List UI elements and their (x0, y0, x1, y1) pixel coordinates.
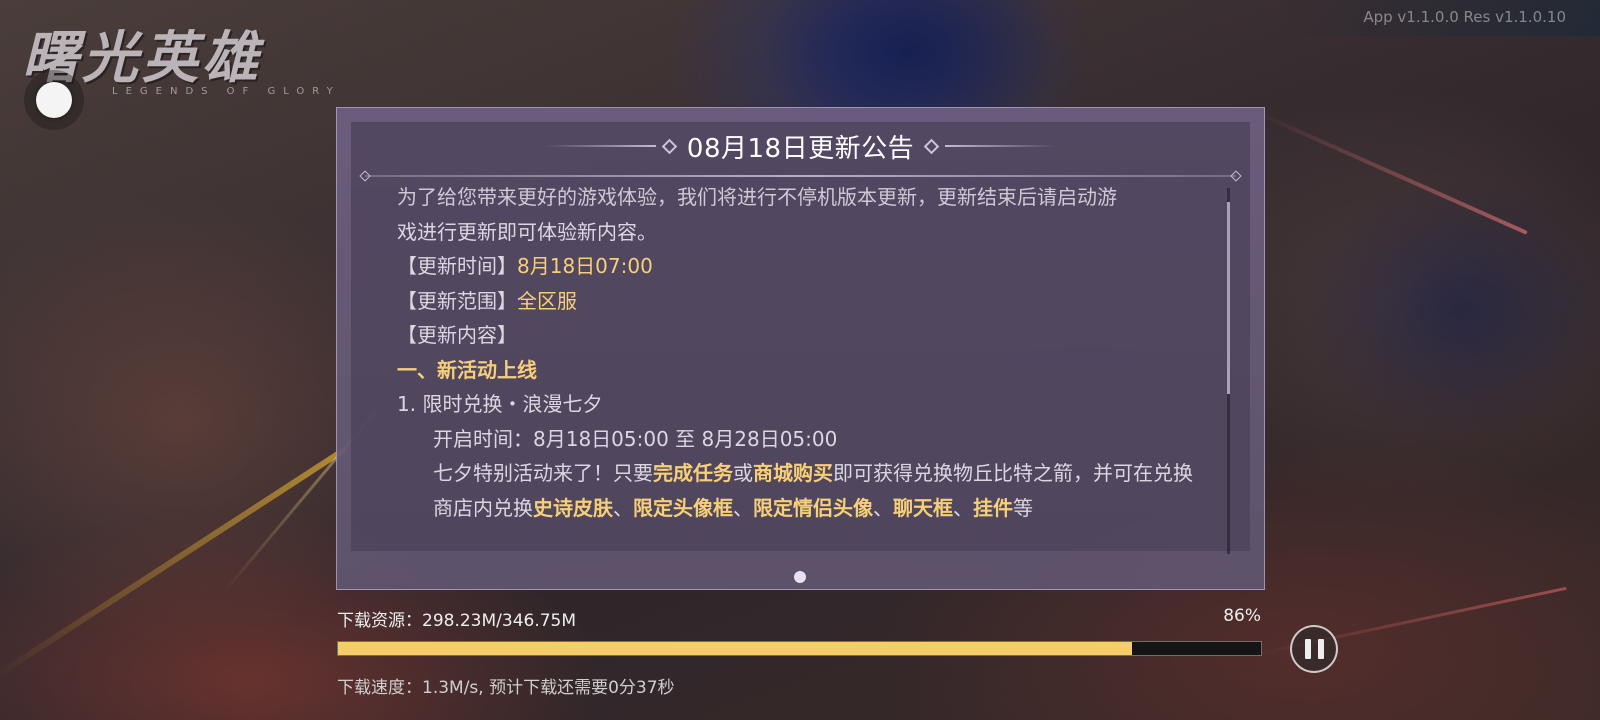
announcement-scrollbar[interactable] (1227, 188, 1230, 554)
scrollbar-thumb[interactable] (1227, 202, 1230, 394)
pause-button[interactable] (1290, 625, 1338, 673)
title-divider (365, 175, 1236, 177)
version-text: App v1.1.0.0 Res v1.1.0.10 (1363, 8, 1566, 26)
pause-icon (1304, 639, 1311, 659)
pause-icon (1317, 639, 1324, 659)
floating-assistant-icon (36, 82, 72, 118)
update-time-label: 【更新时间】 (397, 254, 517, 278)
desc-text: 或 (733, 461, 753, 485)
announcement-cut-line: 为了给您带来更好的游戏体验，我们将进行不停机版本更新，更新结束后请启动游 (397, 185, 1117, 209)
section-heading: 一、新活动上线 (397, 357, 537, 382)
desc-text: 、 (873, 495, 893, 520)
desc-text: 、 (953, 495, 973, 520)
open-time: 开启时间：8月18日05:00 至 8月28日05:00 (433, 426, 838, 451)
desc-highlight: 聊天框 (893, 495, 953, 520)
desc-highlight: 史诗皮肤 (533, 495, 613, 520)
update-content-label: 【更新内容】 (397, 323, 517, 347)
desc-text: 等 (1013, 495, 1033, 520)
floating-assistant-button[interactable] (24, 70, 84, 130)
page-indicator-dot[interactable] (794, 571, 806, 583)
desc-highlight: 限定情侣头像 (753, 495, 873, 520)
desc-highlight: 限定头像框 (633, 495, 733, 520)
title-decoration-left (545, 145, 656, 147)
update-range-label: 【更新范围】 (397, 288, 517, 313)
announcement-panel: 08月18日更新公告 为了给您带来更好的游戏体验，我们将进行不停机版本更新，更新… (336, 107, 1265, 590)
desc-text: 、 (733, 495, 753, 520)
title-decoration-right (945, 145, 1056, 147)
announcement-content[interactable]: 为了给您带来更好的游戏体验，我们将进行不停机版本更新，更新结束后请启动游 戏进行… (397, 180, 1207, 564)
item-title: 1. 限时兑换・浪漫七夕 (397, 392, 603, 416)
desc-highlight: 挂件 (973, 495, 1013, 520)
desc-text: 、 (613, 495, 633, 520)
update-range-line: 【更新范围】全区服 (397, 284, 1207, 319)
download-resource-label: 下载资源：298.23M/346.75M (337, 611, 577, 631)
diamond-icon (923, 138, 940, 154)
background-hero-cape (1300, 180, 1600, 440)
announcement-title-row: 08月18日更新公告 (337, 130, 1264, 164)
download-speed: 下载速度：1.3M/s, 预计下载还需要0分37秒 (337, 678, 675, 698)
event-description: 七夕特别活动来了！只要完成任务或商城购买即可获得兑换物丘比特之箭，并可在兑换商店… (397, 456, 1207, 525)
download-progress-fill (338, 642, 1132, 655)
download-percent: 86% (1223, 606, 1261, 626)
desc-text: 七夕特别活动来了！只要 (433, 461, 653, 485)
update-range-value: 全区服 (517, 288, 577, 313)
diamond-icon (661, 138, 678, 154)
download-progress-bar (337, 641, 1262, 656)
update-time-value: 8月18日07:00 (517, 254, 653, 278)
announcement-title: 08月18日更新公告 (686, 133, 915, 164)
update-time-line: 【更新时间】8月18日07:00 (397, 249, 1207, 284)
announcement-intro: 戏进行更新即可体验新内容。 (397, 219, 657, 244)
desc-highlight: 完成任务 (653, 461, 733, 485)
desc-highlight: 商城购买 (753, 461, 833, 485)
